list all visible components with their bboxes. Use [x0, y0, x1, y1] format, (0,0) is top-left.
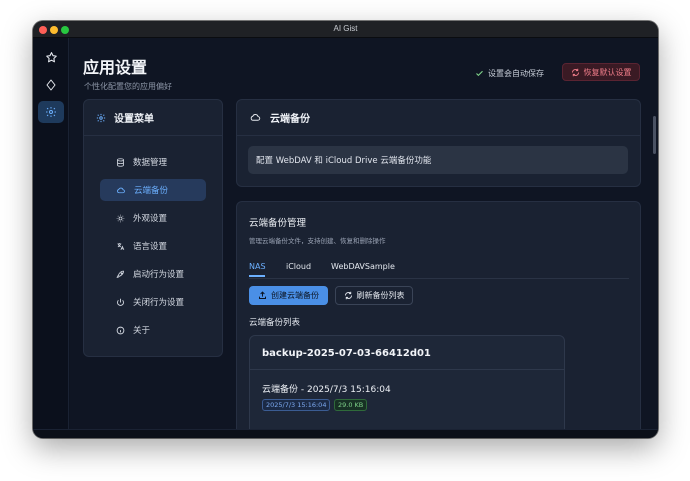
tab-nas[interactable]: NAS: [249, 262, 266, 271]
menu-item-appearance[interactable]: 外观设置: [100, 207, 206, 229]
backup-description: 云端备份 - 2025/7/3 15:16:04: [262, 385, 391, 395]
menu-item-label: 外观设置: [133, 214, 168, 224]
tab-icloud[interactable]: iCloud: [286, 262, 311, 271]
menu-item-label: 语言设置: [133, 242, 168, 252]
upload-icon: [259, 291, 266, 299]
menu-item-label: 关于: [133, 326, 151, 336]
reset-defaults-label: 恢复默认设置: [583, 67, 632, 77]
menu-item-startup-behavior[interactable]: 启动行为设置: [100, 263, 206, 285]
rail-favorites-button[interactable]: [38, 46, 64, 68]
create-backup-label: 创建云端备份: [271, 291, 319, 300]
page-subtitle: 个性化配置您的应用偏好: [84, 82, 172, 91]
backup-management-card: 云端备份管理 管理云端备份文件，支持创建、恢复和删除操作 NAS iCloud …: [236, 201, 641, 438]
storage-tabs: NAS iCloud WebDAVSample: [249, 259, 629, 279]
tab-webdav-sample[interactable]: WebDAVSample: [331, 262, 395, 271]
settings-menu-title: 设置菜单: [114, 114, 154, 125]
cloud-backup-title: 云端备份: [270, 114, 310, 125]
refresh-icon: [344, 291, 352, 300]
backup-list-item[interactable]: backup-2025-07-03-66412d01 云端备份 - 2025/7…: [249, 335, 565, 438]
settings-menu-header: 设置菜单: [84, 100, 222, 136]
menu-item-close-behavior[interactable]: 关闭行为设置: [100, 291, 206, 313]
bottom-bar: [33, 429, 658, 438]
backup-file-name: backup-2025-07-03-66412d01: [262, 348, 431, 359]
rail-tags-button[interactable]: [38, 74, 64, 96]
title-bar: AI Gist: [33, 21, 658, 38]
menu-item-label: 关闭行为设置: [133, 298, 185, 308]
refresh-icon: [571, 68, 579, 76]
active-tab-indicator: [249, 275, 265, 277]
page-title: 应用设置: [83, 58, 148, 77]
main-content: 应用设置 个性化配置您的应用偏好 设置会自动保存 恢复默认设置 设置菜单 数据管…: [70, 38, 658, 438]
cloud-backup-header: 云端备份: [237, 100, 640, 136]
menu-item-label: 启动行为设置: [133, 270, 185, 280]
reset-defaults-button[interactable]: 恢复默认设置: [562, 63, 640, 81]
backup-management-title: 云端备份管理: [249, 218, 307, 229]
rocket-icon: [116, 270, 124, 278]
backup-management-subtitle: 管理云端备份文件，支持创建、恢复和删除操作: [249, 237, 386, 245]
autosave-label: 设置会自动保存: [488, 69, 544, 78]
create-backup-button[interactable]: 创建云端备份: [249, 286, 328, 305]
menu-item-cloud-backup[interactable]: 云端备份: [100, 179, 206, 201]
menu-item-language[interactable]: 语言设置: [100, 235, 206, 257]
info-icon: [116, 326, 125, 334]
side-rail: [33, 38, 69, 438]
cloud-icon: [117, 187, 125, 193]
page-scrollbar[interactable]: [653, 116, 656, 154]
menu-item-label: 云端备份: [134, 186, 169, 196]
check-icon: [476, 70, 483, 77]
cloud-backup-card: 云端备份 配置 WebDAV 和 iCloud Drive 云端备份功能: [236, 99, 641, 187]
tag-icon: [46, 79, 56, 91]
backup-date-badge: 2025/7/3 15:16:04: [262, 399, 331, 411]
menu-item-data-management[interactable]: 数据管理: [100, 151, 206, 173]
sun-icon: [116, 214, 125, 222]
star-icon: [45, 51, 57, 62]
cloud-icon: [250, 114, 261, 121]
divider: [250, 369, 564, 370]
backup-size-badge: 29.0 KB: [334, 399, 368, 411]
app-window: AI Gist 应用设置 个性化配置您的应用偏好 设置会自动保存 恢复默认设置 …: [33, 21, 658, 438]
gear-icon: [96, 113, 106, 122]
menu-item-about[interactable]: 关于: [100, 319, 206, 341]
rail-settings-button[interactable]: [38, 101, 64, 123]
database-icon: [117, 157, 124, 167]
settings-menu: 设置菜单 数据管理 云端备份 外观设置 语言设置 启动行为设置 关闭行为设置 关…: [83, 99, 223, 357]
gear-icon: [46, 107, 56, 117]
translate-icon: [117, 242, 125, 250]
refresh-backup-list-label: 刷新备份列表: [356, 291, 405, 300]
autosave-status: 设置会自动保存: [475, 68, 544, 79]
power-icon: [117, 298, 124, 306]
backup-list-heading: 云端备份列表: [249, 318, 301, 328]
cloud-backup-description: 配置 WebDAV 和 iCloud Drive 云端备份功能: [248, 146, 628, 174]
menu-item-label: 数据管理: [133, 158, 168, 168]
refresh-backup-list-button[interactable]: 刷新备份列表: [335, 286, 413, 305]
window-title: AI Gist: [333, 24, 358, 33]
